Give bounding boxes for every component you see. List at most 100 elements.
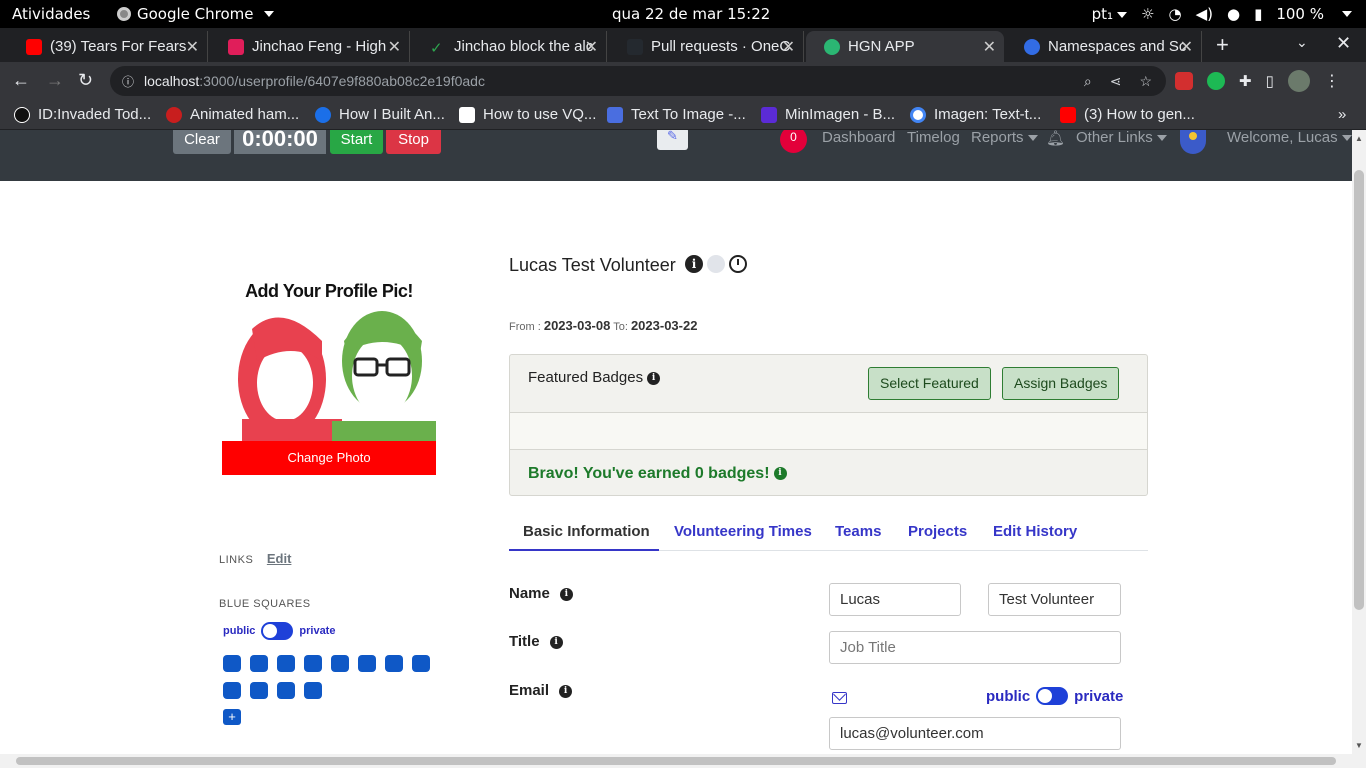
scrollbar-thumb[interactable]: [16, 757, 1336, 765]
email-input[interactable]: lucas@volunteer.com: [829, 717, 1121, 750]
tab-teams[interactable]: Teams: [835, 523, 881, 540]
close-icon[interactable]: ✕: [585, 37, 598, 57]
tab-search-button[interactable]: ⌄: [1296, 34, 1308, 51]
more-bookmarks-icon[interactable]: »: [1338, 106, 1346, 123]
bookmark-item[interactable]: Text To Image -...: [607, 106, 746, 123]
envelope-icon[interactable]: [832, 692, 847, 704]
add-blue-square-button[interactable]: +: [223, 709, 241, 725]
window-close-button[interactable]: ✕: [1336, 33, 1351, 54]
blue-square[interactable]: [223, 655, 241, 672]
bookmark-item[interactable]: How to use VQ...: [459, 106, 596, 123]
forward-button[interactable]: →: [46, 70, 64, 91]
bookmark-star-icon[interactable]: ☆: [1139, 73, 1152, 90]
info-icon[interactable]: i: [559, 587, 573, 601]
blue-square[interactable]: [277, 682, 295, 699]
notification-count-badge[interactable]: 0: [780, 130, 807, 153]
tab-edit-history[interactable]: Edit History: [993, 523, 1077, 540]
bookmark-item[interactable]: Animated ham...: [166, 106, 299, 123]
info-icon[interactable]: i: [773, 467, 787, 481]
job-title-input[interactable]: Job Title: [829, 631, 1121, 664]
toggle-switch[interactable]: [261, 622, 294, 640]
profile-picture[interactable]: Add Your Profile Pic!: [222, 271, 436, 441]
blue-square[interactable]: [385, 655, 403, 672]
info-icon[interactable]: i: [549, 635, 563, 649]
email-visibility-toggle[interactable]: public private: [986, 687, 1123, 705]
change-photo-button[interactable]: Change Photo: [222, 441, 436, 475]
timer-stop-button[interactable]: Stop: [386, 130, 441, 154]
system-tray[interactable]: pt₁ ☼ ◔ ◀) ● ▮ 100 %: [1092, 5, 1352, 23]
close-icon[interactable]: ✕: [983, 37, 996, 57]
nav-welcome[interactable]: Welcome, Lucas: [1227, 130, 1352, 146]
status-dot-icon[interactable]: [707, 255, 725, 273]
blue-square[interactable]: [304, 682, 322, 699]
tab-projects[interactable]: Projects: [908, 523, 967, 540]
tab-basic-information[interactable]: Basic Information: [523, 523, 650, 540]
avatar[interactable]: [1287, 70, 1310, 92]
extension-icon[interactable]: [1175, 72, 1193, 90]
blue-square[interactable]: [277, 655, 295, 672]
edit-icon[interactable]: ✎: [657, 130, 688, 150]
share-icon[interactable]: ⋖: [1110, 73, 1122, 90]
clock[interactable]: qua 22 de mar 15:22: [612, 5, 770, 23]
bookmark-item[interactable]: ID:Invaded Tod...: [14, 106, 151, 123]
nav-other-links[interactable]: Other Links: [1076, 130, 1167, 146]
reload-button[interactable]: ↻: [78, 70, 93, 91]
browser-tab[interactable]: (39) Tears For Fears ✕: [8, 31, 208, 62]
blue-squares-visibility-toggle[interactable]: public private: [223, 622, 335, 640]
nav-reports[interactable]: Reports: [971, 130, 1038, 146]
bell-icon[interactable]: 🔔︎: [1046, 130, 1065, 147]
browser-tab[interactable]: Namespaces and Sc ✕: [1006, 31, 1202, 62]
close-icon[interactable]: ✕: [186, 37, 199, 57]
tab-volunteering-times[interactable]: Volunteering Times: [674, 523, 812, 540]
bookmark-item[interactable]: MinImagen - B...: [761, 106, 895, 123]
assign-badges-button[interactable]: Assign Badges: [1002, 367, 1120, 400]
close-icon[interactable]: ✕: [388, 37, 401, 57]
toggle-switch[interactable]: [1036, 687, 1069, 705]
new-tab-button[interactable]: +: [1216, 32, 1229, 58]
zoom-icon[interactable]: ⌕: [1084, 73, 1092, 90]
app-menu[interactable]: Google Chrome: [117, 5, 274, 23]
side-panel-icon[interactable]: ▯: [1266, 72, 1274, 90]
browser-tab[interactable]: ✓ Jinchao block the alc ✕: [412, 31, 607, 62]
blue-square[interactable]: [223, 682, 241, 699]
browser-tab[interactable]: Jinchao Feng - High ✕: [210, 31, 410, 62]
nav-timelog[interactable]: Timelog: [907, 130, 960, 146]
nav-dashboard[interactable]: Dashboard: [822, 130, 895, 146]
info-icon[interactable]: i: [559, 684, 573, 698]
extension-icon[interactable]: [1207, 72, 1225, 90]
site-info-icon[interactable]: ⓘ: [122, 73, 134, 90]
bookmark-item[interactable]: How I Built An...: [315, 106, 445, 123]
browser-tab-active[interactable]: HGN APP ✕: [806, 31, 1004, 62]
scroll-down-icon[interactable]: ▼: [1355, 741, 1363, 750]
bookmark-item[interactable]: (3) How to gen...: [1060, 106, 1195, 123]
info-icon[interactable]: i: [647, 371, 661, 385]
blue-square[interactable]: [250, 655, 268, 672]
back-button[interactable]: ←: [12, 70, 30, 91]
close-icon[interactable]: ✕: [1180, 37, 1193, 57]
links-edit-button[interactable]: Edit: [267, 551, 292, 566]
puzzle-icon[interactable]: ✚: [1239, 72, 1252, 90]
user-avatar[interactable]: [1180, 130, 1206, 154]
scrollbar-thumb[interactable]: [1354, 170, 1364, 610]
timer-start-button[interactable]: Start: [330, 130, 383, 154]
close-icon[interactable]: ✕: [782, 37, 795, 57]
blue-square[interactable]: [250, 682, 268, 699]
info-icon[interactable]: i: [685, 255, 703, 273]
scroll-up-icon[interactable]: ▲: [1355, 134, 1363, 143]
blue-square[interactable]: [331, 655, 349, 672]
vertical-scrollbar[interactable]: ▲ ▼: [1352, 130, 1366, 754]
keyboard-layout[interactable]: pt₁: [1092, 5, 1128, 23]
blue-square[interactable]: [412, 655, 430, 672]
activities-button[interactable]: Atividades: [12, 5, 90, 23]
blue-square[interactable]: [304, 655, 322, 672]
clock-icon[interactable]: [729, 255, 747, 273]
first-name-input[interactable]: Lucas: [829, 583, 961, 616]
address-bar[interactable]: ⓘ localhost:3000/userprofile/6407e9f880a…: [110, 66, 1166, 96]
blue-square[interactable]: [358, 655, 376, 672]
select-featured-button[interactable]: Select Featured: [868, 367, 991, 400]
timer-clear-button[interactable]: Clear: [173, 130, 231, 154]
browser-tab[interactable]: Pull requests · OneC ✕: [609, 31, 804, 62]
horizontal-scrollbar[interactable]: [0, 754, 1366, 768]
last-name-input[interactable]: Test Volunteer: [988, 583, 1121, 616]
bookmark-item[interactable]: Imagen: Text-t...: [910, 106, 1041, 123]
